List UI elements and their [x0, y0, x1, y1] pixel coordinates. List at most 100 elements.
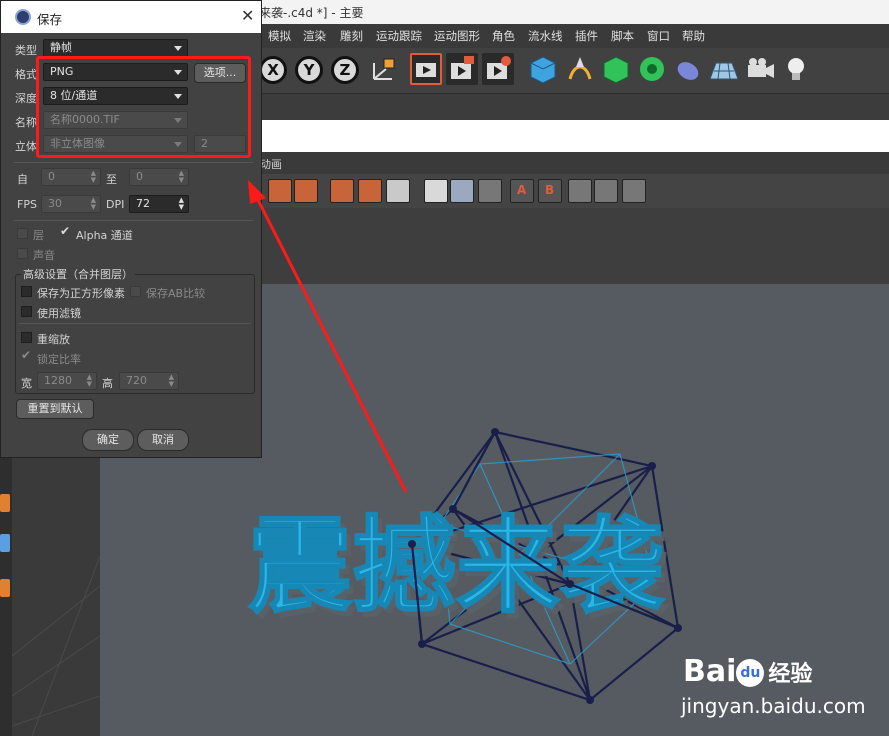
render-to-picture-viewer-icon[interactable]: [446, 53, 478, 85]
square-pixels-label: 保存为正方形像素: [37, 287, 125, 300]
close-icon[interactable]: ✕: [241, 6, 254, 25]
deformer-icon[interactable]: [672, 53, 704, 85]
menu-script[interactable]: 脚本: [611, 28, 634, 44]
fps-label: FPS: [17, 198, 37, 211]
spinner-icon[interactable]: ▲ ▼: [179, 170, 184, 184]
strip-tool-icon-6[interactable]: [0, 494, 10, 512]
viewport-header-area: [260, 208, 889, 284]
use-filter-label: 使用滤镜: [37, 307, 81, 320]
z-axis-lock-button[interactable]: Z: [331, 56, 359, 84]
dpi-field[interactable]: 72 ▲ ▼: [129, 195, 189, 213]
dialog-titlebar: 保存 ✕: [1, 1, 261, 33]
format-label: 格式: [15, 68, 37, 81]
menu-sculpt[interactable]: 雕刻: [340, 28, 363, 44]
menu-character[interactable]: 角色: [492, 28, 515, 44]
menu-window[interactable]: 窗口: [647, 28, 670, 44]
split-icon-3[interactable]: [622, 179, 646, 203]
baidu-logo-text: Bai: [683, 654, 737, 689]
spinner-icon[interactable]: ▲ ▼: [179, 197, 184, 211]
attribute-bar: [260, 120, 889, 152]
x-axis-lock-button[interactable]: X: [259, 56, 287, 84]
height-value: 720: [126, 374, 147, 387]
menu-simulate[interactable]: 模拟: [268, 28, 291, 44]
dpi-value: 72: [136, 197, 150, 210]
subdivision-surface-icon[interactable]: [600, 53, 632, 85]
baidu-logo: Bai du 经验: [683, 654, 812, 689]
b-swap-icon[interactable]: B: [538, 179, 562, 203]
fps-value: 30: [48, 197, 62, 210]
dialog-title: 保存: [37, 12, 63, 27]
type-value: 静帧: [50, 41, 72, 54]
menu-motion-tracking[interactable]: 运动跟踪: [376, 28, 422, 44]
menu-plugins[interactable]: 插件: [575, 28, 598, 44]
save-ab-checkbox[interactable]: [130, 286, 141, 297]
scene-text: 震撼来袭: [248, 505, 665, 627]
layer-checkbox[interactable]: [17, 228, 28, 239]
square-pixels-checkbox[interactable]: [21, 286, 32, 297]
divider: [13, 162, 253, 163]
ab-icon[interactable]: [424, 179, 448, 203]
sound-checkbox[interactable]: [17, 248, 28, 259]
menu-pipeline[interactable]: 流水线: [528, 28, 563, 44]
tool-icon-3[interactable]: [330, 179, 354, 203]
spinner-icon[interactable]: ▲ ▼: [87, 374, 92, 388]
width-label: 宽: [21, 377, 32, 390]
svg-text:B: B: [545, 183, 554, 197]
menu-render[interactable]: 渲染: [303, 28, 326, 44]
cancel-button[interactable]: 取消: [137, 429, 189, 451]
cube-icon[interactable]: [527, 53, 559, 85]
floor-icon[interactable]: [708, 53, 740, 85]
strip-tool-icon-8[interactable]: [0, 579, 10, 597]
tool-icon-2[interactable]: [294, 179, 318, 203]
type-dropdown[interactable]: 静帧: [43, 39, 188, 57]
lock-ratio-label: 锁定比率: [37, 353, 81, 366]
to-field[interactable]: 0 ▲ ▼: [129, 168, 189, 186]
ab-disabled-icon[interactable]: [478, 179, 502, 203]
menu-mograph[interactable]: 运动图形: [434, 28, 480, 44]
alpha-checkbox[interactable]: ✔: [60, 224, 70, 238]
height-label: 高: [102, 377, 113, 390]
pen-spline-icon[interactable]: [564, 53, 596, 85]
light-icon[interactable]: [780, 53, 812, 85]
cloner-icon[interactable]: [636, 53, 668, 85]
rescale-checkbox[interactable]: [21, 332, 32, 343]
camera-icon[interactable]: [744, 53, 776, 85]
render-view-icon[interactable]: [410, 53, 442, 85]
render-settings-icon[interactable]: [482, 53, 514, 85]
coordinate-system-icon[interactable]: [368, 53, 400, 85]
width-field[interactable]: 1280 ▲ ▼: [37, 372, 97, 390]
from-label: 自: [17, 173, 28, 186]
from-value: 0: [48, 170, 55, 183]
svg-text:A: A: [517, 183, 527, 197]
advanced-settings-title: 高级设置（合并图层）: [21, 266, 135, 282]
annotation-highlight-box: [36, 56, 251, 158]
viewport-header: 动画: [260, 152, 889, 174]
sound-label: 声音: [33, 249, 55, 262]
left-panel: [11, 456, 101, 736]
a-swap-icon[interactable]: A: [510, 179, 534, 203]
spinner-icon[interactable]: ▲ ▼: [91, 170, 96, 184]
tool-icon-4[interactable]: [358, 179, 382, 203]
spinner-icon[interactable]: ▲ ▼: [169, 374, 174, 388]
use-filter-checkbox[interactable]: [21, 306, 32, 317]
reset-defaults-button[interactable]: 重置到默认: [16, 399, 94, 419]
y-axis-lock-button[interactable]: Y: [295, 56, 323, 84]
strip-tool-icon-7[interactable]: [0, 534, 10, 552]
ok-button[interactable]: 确定: [82, 429, 134, 451]
height-field[interactable]: 720 ▲ ▼: [119, 372, 179, 390]
baidu-jingyan-text: 经验: [768, 662, 813, 687]
ab-compare-icon[interactable]: [450, 179, 474, 203]
menu-help[interactable]: 帮助: [682, 28, 705, 44]
fps-field[interactable]: 30 ▲ ▼: [41, 195, 101, 213]
tool-icon-1[interactable]: [268, 179, 292, 203]
dpi-label: DPI: [106, 198, 125, 211]
lock-ratio-checkbox[interactable]: ✔: [21, 348, 31, 362]
tool-icon-5[interactable]: [386, 179, 410, 203]
viewport-header-label: 动画: [260, 158, 282, 171]
from-field[interactable]: 0 ▲ ▼: [41, 168, 101, 186]
split-icon-2[interactable]: [594, 179, 618, 203]
width-value: 1280: [44, 374, 72, 387]
split-icon-1[interactable]: [568, 179, 592, 203]
spinner-icon[interactable]: ▲ ▼: [91, 197, 96, 211]
alpha-label: Alpha 通道: [76, 229, 133, 242]
